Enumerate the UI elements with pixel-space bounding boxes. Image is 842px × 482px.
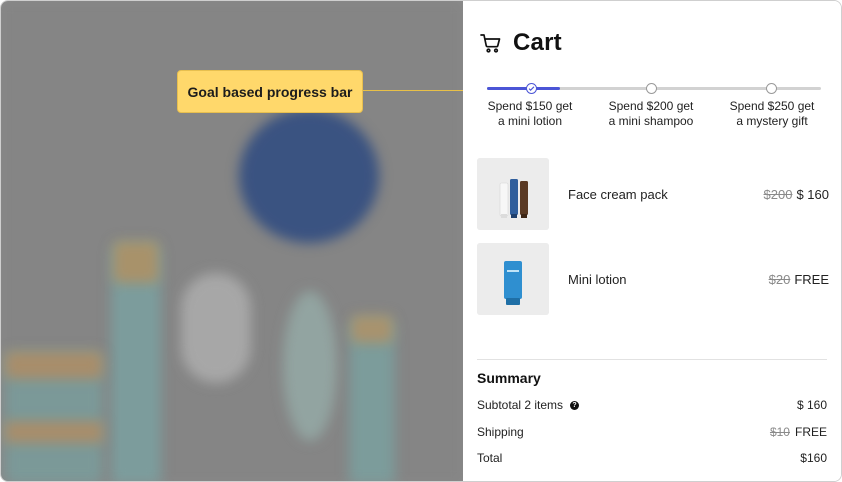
subtotal-label: Subtotal 2 items [477,398,564,412]
subtotal-value: $ 160 [796,398,827,412]
cart-header: Cart [479,29,562,57]
summary-title: Summary [477,370,541,386]
cart-item[interactable]: Face cream pack $200 $ 160 [477,158,829,230]
summary-divider [477,359,827,360]
summary-subtotal-row: Subtotal 2 items ? $ 160 [477,398,827,412]
milestone-1-label: Spend $150 get a mini lotion [470,99,590,129]
item-current-price: $ 160 [796,186,829,202]
milestone-3-line2: a mystery gift [736,114,808,128]
cart-icon [480,34,501,53]
lotion-tube-illustration [477,243,549,315]
goal-progress-fill [487,87,561,90]
cart-item[interactable]: Mini lotion $20 FREE [477,243,829,315]
milestone-2-line2: a mini shampoo [608,114,694,128]
milestone-3-line1: Spend $250 get [729,99,815,113]
summary-shipping-row: Shipping $10 FREE [477,425,827,439]
help-icon[interactable]: ? [570,400,580,410]
milestone-1-marker [526,83,537,94]
total-value: $160 [800,451,827,465]
shipping-original-price: $10 [769,425,790,439]
item-name[interactable]: Mini lotion [568,272,769,287]
screenshot-frame: Goal based progress bar Cart Spend $150 … [0,0,842,482]
mini-lotion-image[interactable] [477,243,549,315]
check-icon [528,86,535,91]
milestone-2-marker [646,83,657,94]
item-price: $200 $ 160 [764,187,829,202]
milestone-1-line1: Spend $150 get [487,99,573,113]
item-price: $20 FREE [769,272,829,287]
annotation-label: Goal based progress bar [177,70,363,113]
milestone-2-line1: Spend $200 get [608,99,694,113]
item-original-price: $200 [763,186,793,202]
milestone-3-label: Spend $250 get a mystery gift [712,99,832,129]
cart-title: Cart [513,29,562,56]
annotation-connector-line [363,89,477,91]
milestone-3-marker [766,83,777,94]
summary-total-row: Total $160 [477,451,827,465]
item-current-price: FREE [794,271,829,287]
milestone-2-label: Spend $200 get a mini shampoo [591,99,711,129]
total-label: Total [477,451,503,465]
shipping-label: Shipping [477,425,524,439]
face-cream-tubes-illustration [477,158,549,230]
cart-drawer: Cart Spend $150 get a mini lotion Spend … [463,1,841,481]
item-original-price: $20 [768,271,791,287]
milestone-1-line2: a mini lotion [497,114,563,128]
item-name[interactable]: Face cream pack [568,187,764,202]
shipping-value: FREE [794,425,827,439]
face-cream-pack-image[interactable] [477,158,549,230]
